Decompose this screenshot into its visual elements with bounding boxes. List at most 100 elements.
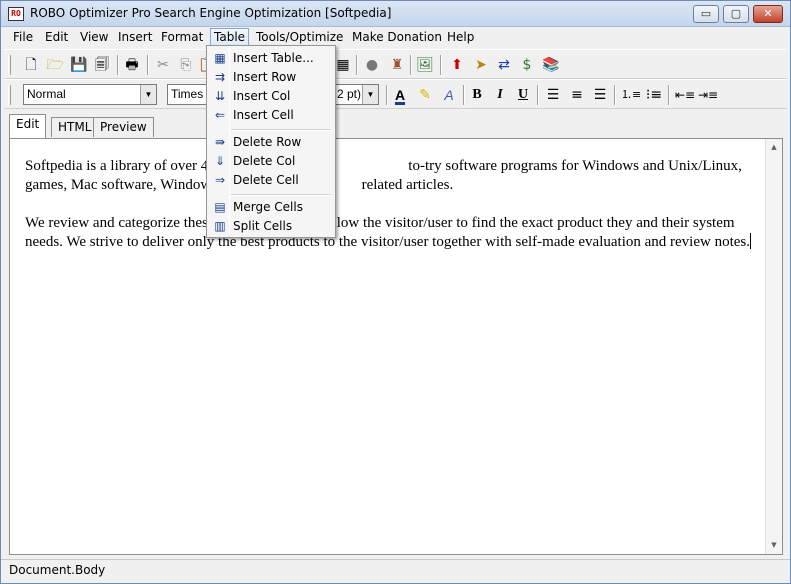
- menu-item-label: Delete Col: [233, 154, 296, 168]
- tab-preview[interactable]: Preview: [93, 117, 154, 137]
- toolbar-separator: [537, 85, 539, 105]
- menu-item-label: Insert Table...: [233, 51, 314, 65]
- font-color-icon[interactable]: A: [391, 86, 409, 104]
- menu-item-label: Insert Col: [233, 89, 291, 103]
- app-icon: RO: [8, 7, 24, 21]
- size-select-value: 2 pt): [337, 87, 362, 101]
- open-folder-icon[interactable]: 🗁: [46, 56, 64, 74]
- tab-html[interactable]: HTML: [51, 117, 99, 137]
- toolbar-separator: [440, 55, 442, 75]
- menu-insert[interactable]: Insert: [115, 29, 155, 46]
- paragraph-1: Softpedia is a library of over 4 to-try s…: [25, 157, 760, 195]
- minimize-button[interactable]: ▭: [693, 5, 719, 23]
- status-text: Document.Body: [9, 563, 106, 577]
- toolbar-separator: [147, 55, 149, 75]
- menu-item-delete-cell[interactable]: ⇒ Delete Cell: [209, 171, 333, 190]
- toolbar-separator: [117, 55, 119, 75]
- menu-item-insert-col[interactable]: ⇊ Insert Col: [209, 87, 333, 106]
- text-run: We review and categorize thes: [25, 215, 208, 231]
- font-select[interactable]: Times N: [167, 84, 209, 105]
- globe-icon[interactable]: ●: [363, 56, 381, 74]
- title-bar: RO ROBO Optimizer Pro Search Engine Opti…: [1, 1, 790, 27]
- text-caret: [750, 233, 751, 249]
- insert-table-icon: ▦: [214, 51, 226, 65]
- menu-item-split-cells[interactable]: ▥ Split Cells: [209, 217, 333, 236]
- tag-icon[interactable]: ➤: [472, 56, 490, 74]
- tab-edit[interactable]: Edit: [9, 114, 47, 138]
- close-button[interactable]: ✕: [753, 5, 783, 23]
- highlight-icon[interactable]: ✎: [416, 86, 434, 104]
- delete-cell-icon: ⇒: [214, 173, 226, 187]
- menu-item-label: Insert Cell: [233, 108, 294, 122]
- book-icon[interactable]: 📚: [542, 56, 560, 74]
- save-all-icon[interactable]: 🗐: [93, 56, 111, 74]
- italic-button[interactable]: I: [491, 86, 509, 104]
- menu-item-insert-row[interactable]: ⇉ Insert Row: [209, 68, 333, 87]
- menu-item-delete-col[interactable]: ⇓ Delete Col: [209, 152, 333, 171]
- bullet-list-icon[interactable]: ⁝≡: [645, 86, 663, 104]
- table-menu-dropdown: ▦ Insert Table... ⇉ Insert Row ⇊ Insert …: [206, 45, 336, 238]
- copy-icon[interactable]: ⎘: [177, 56, 195, 74]
- align-right-icon[interactable]: ☰: [591, 86, 609, 104]
- align-left-icon[interactable]: ☰: [544, 86, 562, 104]
- print-icon[interactable]: 🖶: [123, 56, 141, 74]
- menu-help[interactable]: Help: [444, 29, 477, 46]
- compare-icon[interactable]: ⇄: [495, 56, 513, 74]
- toolbar-separator: [463, 85, 465, 105]
- save-icon[interactable]: 💾: [70, 56, 88, 74]
- scroll-up-icon[interactable]: ▲: [766, 139, 782, 156]
- underline-button[interactable]: U: [514, 86, 532, 104]
- menu-separator: [231, 129, 331, 131]
- chevron-down-icon[interactable]: ▼: [362, 85, 378, 104]
- new-document-icon[interactable]: 🗋: [22, 56, 40, 74]
- insert-image-icon[interactable]: 🖼: [416, 56, 434, 74]
- menu-item-label: Merge Cells: [233, 200, 303, 214]
- menu-view[interactable]: View: [77, 29, 111, 46]
- vertical-scrollbar[interactable]: ▲ ▼: [765, 139, 782, 554]
- chevron-down-icon[interactable]: ▼: [140, 85, 156, 104]
- delete-col-icon: ⇓: [214, 154, 226, 168]
- menu-item-insert-table[interactable]: ▦ Insert Table...: [209, 49, 333, 68]
- toolbar-grip[interactable]: [8, 85, 11, 105]
- app-window: RO ROBO Optimizer Pro Search Engine Opti…: [0, 0, 791, 584]
- numbered-list-icon[interactable]: ⒈≡: [621, 86, 641, 104]
- menu-bar: File Edit View Insert Format Table Tools…: [1, 27, 790, 47]
- toolbar-separator: [356, 55, 358, 75]
- menu-item-merge-cells[interactable]: ▤ Merge Cells: [209, 198, 333, 217]
- bold-button[interactable]: B: [468, 86, 486, 104]
- style-select[interactable]: Normal ▼: [23, 84, 157, 105]
- font-select-value: Times N: [171, 87, 208, 101]
- menu-tools-optimize[interactable]: Tools/Optimize: [253, 29, 346, 46]
- editor-area[interactable]: Softpedia is a library of over 4 to-try s…: [9, 138, 783, 555]
- style-select-value: Normal: [27, 87, 66, 101]
- text-style-icon[interactable]: A: [440, 86, 458, 104]
- menu-edit[interactable]: Edit: [42, 29, 71, 46]
- menu-file[interactable]: File: [10, 29, 36, 46]
- indent-icon[interactable]: ⇥≡: [698, 86, 718, 104]
- toolbar-separator: [668, 85, 670, 105]
- outdent-icon[interactable]: ⇤≡: [675, 86, 695, 104]
- table-grid-icon[interactable]: ▦: [334, 56, 352, 74]
- menu-format[interactable]: Format: [158, 29, 206, 46]
- document-body[interactable]: Softpedia is a library of over 4 to-try s…: [25, 157, 760, 271]
- menu-item-label: Delete Cell: [233, 173, 299, 187]
- toolbar-separator: [410, 55, 412, 75]
- menu-separator: [231, 194, 331, 196]
- cut-icon[interactable]: ✂: [154, 56, 172, 74]
- menu-item-insert-cell[interactable]: ⇐ Insert Cell: [209, 106, 333, 125]
- text-run: needs. We strive to deliver only the bes…: [25, 234, 750, 250]
- money-icon[interactable]: $: [518, 56, 536, 74]
- insert-row-icon: ⇉: [214, 70, 226, 84]
- size-select[interactable]: 2 pt) ▼: [334, 84, 379, 105]
- menu-make-donation[interactable]: Make Donation: [349, 29, 445, 46]
- merge-cells-icon: ▤: [214, 200, 226, 214]
- seo-check-icon[interactable]: ♜: [388, 56, 406, 74]
- upload-icon[interactable]: ⬆: [448, 56, 466, 74]
- align-center-icon[interactable]: ≡: [568, 86, 586, 104]
- toolbar-grip[interactable]: [8, 55, 11, 75]
- toolbar-separator: [386, 85, 388, 105]
- menu-item-delete-row[interactable]: ⇛ Delete Row: [209, 133, 333, 152]
- maximize-button[interactable]: ▢: [723, 5, 749, 23]
- delete-row-icon: ⇛: [214, 135, 226, 149]
- scroll-down-icon[interactable]: ▼: [766, 537, 782, 554]
